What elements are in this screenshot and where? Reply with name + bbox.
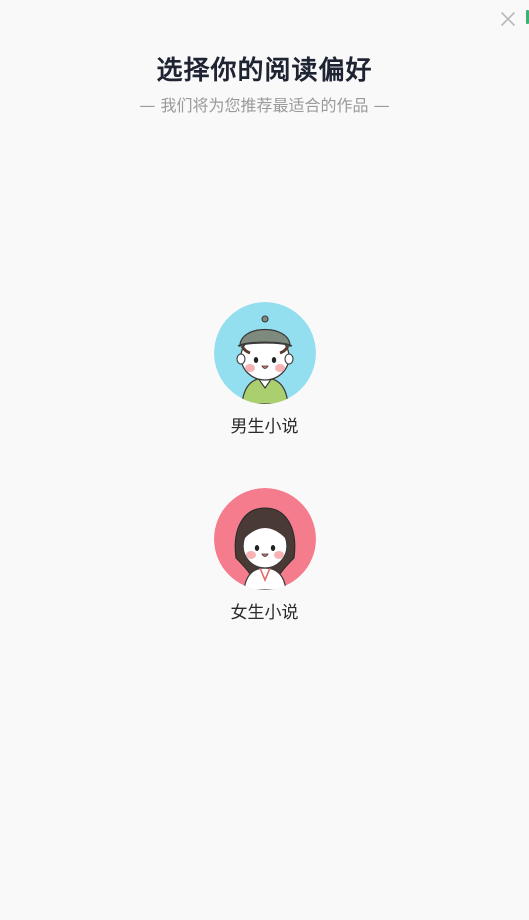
female-novel-label: 女生小说 <box>230 603 299 623</box>
female-novel-option[interactable]: 女生小说 <box>0 488 529 623</box>
male-novel-label: 男生小说 <box>230 417 299 437</box>
boy-avatar-icon[interactable] <box>213 302 316 404</box>
page-title: 选择你的阅读偏好 <box>156 56 373 86</box>
page-subtitle: — 我们将为您推荐最适合的作品 — <box>139 96 390 115</box>
close-icon[interactable] <box>499 10 517 28</box>
girl-avatar-icon[interactable] <box>213 488 316 590</box>
male-novel-option[interactable]: 男生小说 <box>0 302 529 437</box>
